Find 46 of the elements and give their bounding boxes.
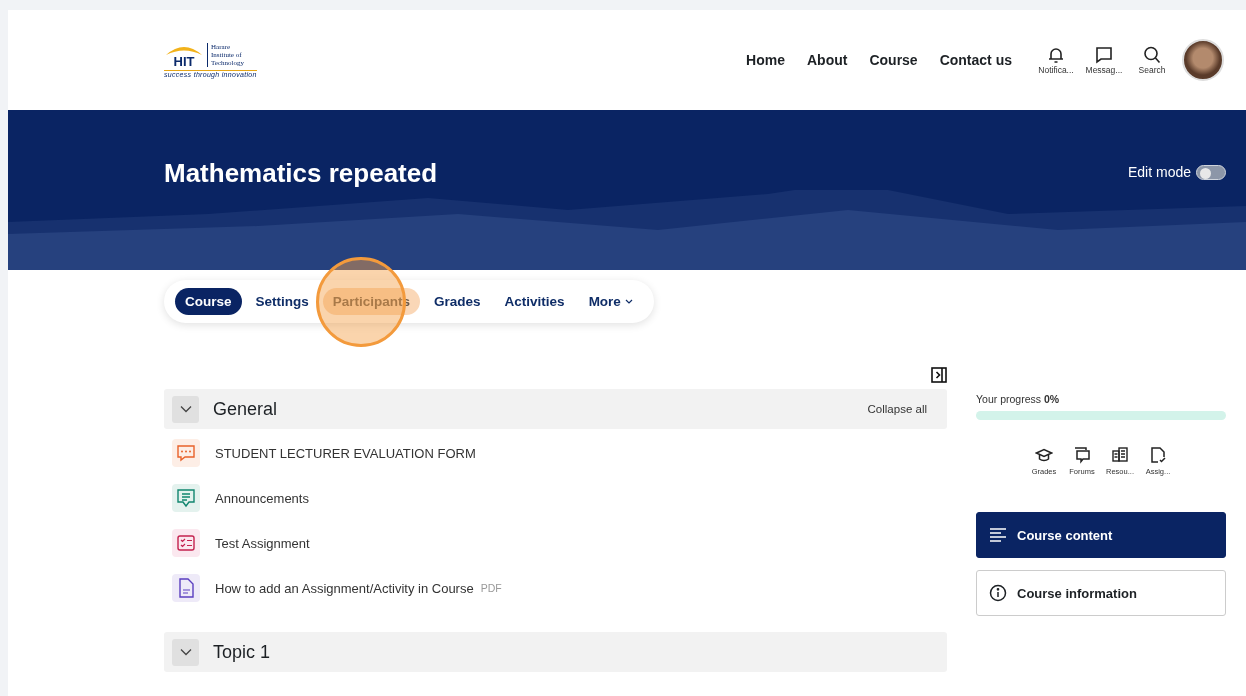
nav-link[interactable]: Contact us: [939, 52, 1012, 68]
course-index-button[interactable]: Course content: [976, 512, 1226, 558]
info-icon: [989, 584, 1007, 602]
course-tab[interactable]: Activities: [494, 288, 575, 315]
activity-link[interactable]: Test Assignment: [215, 535, 310, 551]
file-type-label: PDF: [480, 582, 502, 594]
speech-bubble-icon: [172, 439, 200, 467]
progress-label: Your progress 0%: [976, 393, 1061, 405]
section-toggle[interactable]: [172, 638, 199, 666]
nav-icon-button[interactable]: Messag...: [1082, 45, 1126, 75]
edit-mode-label: Edit mode: [1127, 164, 1191, 180]
chat-icon: [1094, 45, 1114, 65]
section-toggle[interactable]: [172, 395, 199, 423]
search-icon: [1142, 45, 1162, 65]
file-icon: [172, 574, 200, 602]
chevron-icon: [179, 648, 192, 656]
section-title: Topic 1: [213, 641, 271, 663]
collapse-all-link[interactable]: Collapse all: [867, 403, 927, 415]
user-avatar[interactable]: [1182, 39, 1224, 81]
nav-link[interactable]: About: [807, 52, 848, 68]
document-grid-icon: [1111, 446, 1129, 464]
chevron-icon: [179, 405, 192, 413]
edit-mode-toggle[interactable]: [1196, 164, 1226, 180]
section-title: General: [213, 398, 278, 420]
course-title: Mathematics repeated: [164, 157, 438, 189]
course-index-button[interactable]: Course information: [976, 570, 1226, 616]
nav-link[interactable]: Course: [869, 52, 918, 68]
logo-mark: HIT: [173, 54, 195, 68]
course-tab[interactable]: Course: [175, 288, 242, 315]
course-tab[interactable]: More: [578, 288, 643, 315]
nav-link[interactable]: Home: [746, 52, 785, 68]
message-icon: [172, 484, 200, 512]
sidebar-toggle-icon[interactable]: [931, 367, 947, 383]
course-tab[interactable]: Settings: [245, 288, 319, 315]
course-tab[interactable]: Grades: [424, 288, 491, 315]
file-check-icon: [1149, 446, 1167, 464]
activity-link[interactable]: STUDENT LECTURER EVALUATION FORM: [215, 445, 476, 461]
activity-link[interactable]: How to add an Assignment/Activity in Course: [215, 580, 474, 596]
bell-icon: [1046, 45, 1066, 65]
mortarboard-icon: [1035, 446, 1053, 464]
checklist-icon: [172, 529, 200, 557]
activity-link[interactable]: Announcements: [215, 490, 309, 506]
chat-bubbles-icon: [1073, 446, 1091, 464]
lines-icon: [989, 527, 1007, 543]
nav-icon-button[interactable]: Notifica...: [1034, 45, 1078, 75]
nav-icon-button[interactable]: Search: [1130, 45, 1174, 75]
